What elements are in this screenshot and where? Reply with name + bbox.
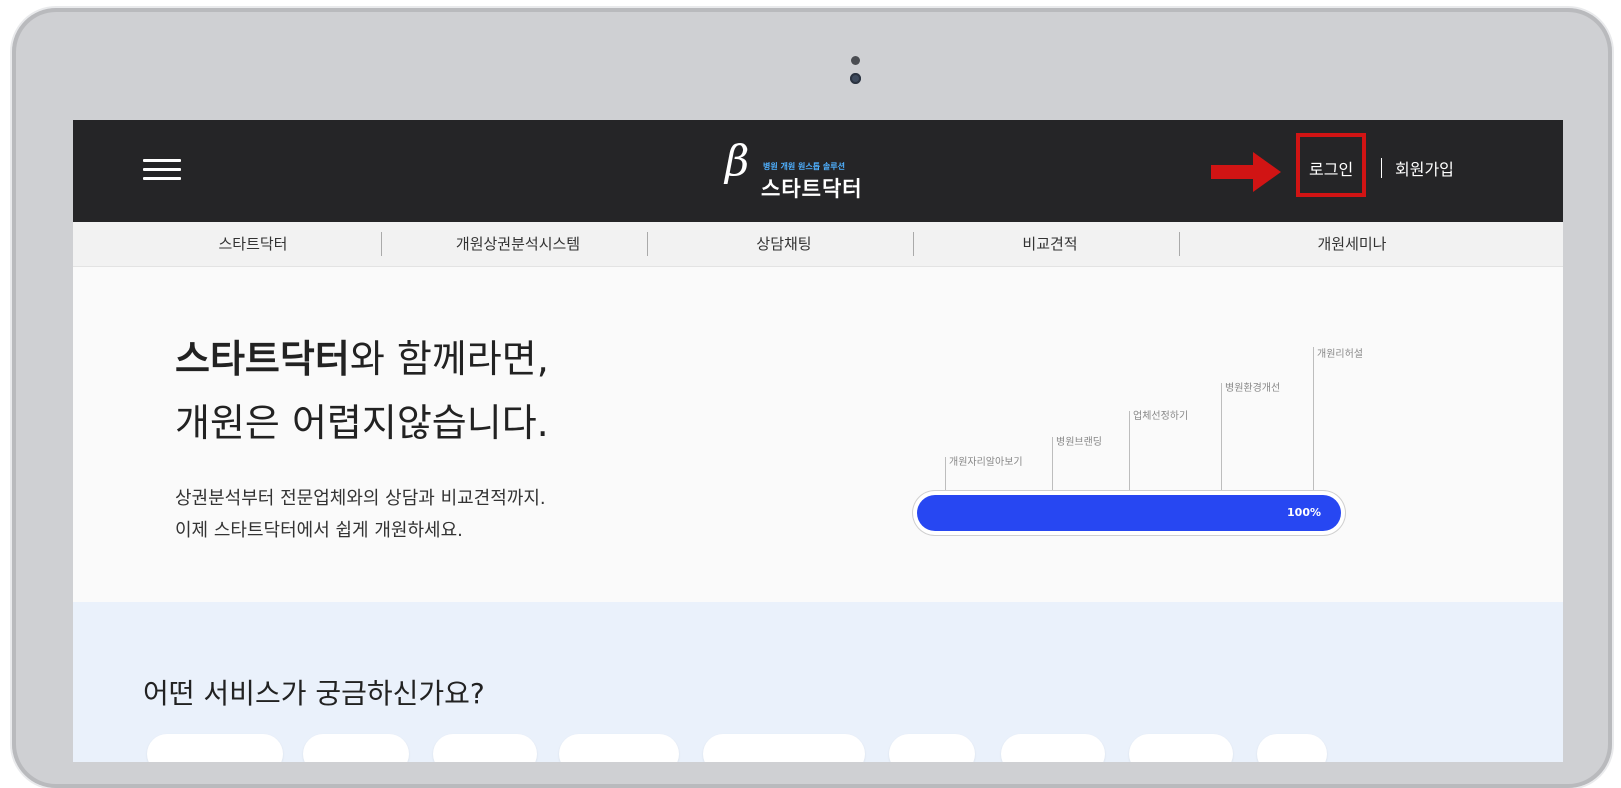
menu-icon[interactable] [143,157,181,183]
step-label-4: 병원환경개선 [1225,383,1281,394]
subnav-item-startdoctor[interactable]: 스타트닥터 [133,222,373,266]
service-pill[interactable] [1257,734,1327,762]
logo-symbol: β [725,136,750,185]
step-line [1313,347,1314,507]
service-pill[interactable] [1001,734,1105,762]
screen: β 병원 개원 원스톱 솔루션 스타트닥터 로그인 회원가입 스타트닥터 개원상… [73,120,1563,762]
hero-title: 스타트닥터와 함께라면, 개원은 어렵지않습니다. [175,327,549,455]
progress-value: 100% [1287,506,1321,519]
sub-navigation: 스타트닥터 개원상권분석시스템 상담채팅 비교견적 개원세미나 [73,222,1563,267]
step-label-1: 개원자리알아보기 [949,457,1023,468]
top-header: β 병원 개원 원스톱 솔루션 스타트닥터 로그인 회원가입 [73,120,1563,222]
services-section: 어떤 서비스가 궁금하신가요? [73,602,1563,762]
hero-title-rest: 와 함께라면, [349,337,549,381]
service-pill[interactable] [1129,734,1233,762]
login-link[interactable]: 로그인 [1309,156,1353,180]
subnav-item-chat[interactable]: 상담채팅 [655,222,913,266]
step-line [1221,383,1222,507]
logo-name: 스타트닥터 [761,177,863,201]
step-label-5: 개원리허설 [1317,349,1363,360]
subnav-separator [913,232,914,256]
step-label-2: 병원브랜딩 [1056,437,1102,448]
hero-section: 스타트닥터와 함께라면, 개원은 어렵지않습니다. 상권분석부터 전문업체와의 … [73,267,1563,602]
service-pill[interactable] [559,734,679,762]
subnav-item-seminar[interactable]: 개원세미나 [1187,222,1517,266]
service-pill[interactable] [433,734,537,762]
subnav-separator [1179,232,1180,256]
arrow-right-icon [1211,152,1281,192]
hero-description: 상권분석부터 전문업체와의 상담과 비교견적까지. 이제 스타트닥터에서 쉽게 … [175,483,546,547]
hero-title-strong: 스타트닥터 [175,337,350,381]
progress-fill: 100% [917,495,1341,531]
progress-bar: 100% [913,491,1345,535]
signup-link[interactable]: 회원가입 [1395,156,1454,180]
subnav-item-quote[interactable]: 비교견적 [921,222,1179,266]
step-label-3: 업체선정하기 [1133,411,1189,422]
progress-chart: 개원자리알아보기 병원브랜딩 업체선정하기 병원환경개선 개원리허설 100% [913,345,1363,555]
service-pill[interactable] [889,734,975,762]
hero-desc-line2: 이제 스타트닥터에서 쉽게 개원하세요. [175,520,463,541]
subnav-separator [381,232,382,256]
hero-title-line2: 개원은 어렵지않습니다. [175,401,549,445]
services-title: 어떤 서비스가 궁금하신가요? [143,677,485,710]
subnav-item-analysis[interactable]: 개원상권분석시스템 [389,222,647,266]
service-pill[interactable] [303,734,409,762]
camera-icon [850,56,861,86]
service-pill[interactable] [147,734,283,762]
subnav-separator [647,232,648,256]
service-pill[interactable] [703,734,865,762]
header-divider [1381,158,1382,178]
hero-desc-line1: 상권분석부터 전문업체와의 상담과 비교견적까지. [175,488,546,509]
logo-slogan: 병원 개원 원스톱 솔루션 [763,162,845,171]
